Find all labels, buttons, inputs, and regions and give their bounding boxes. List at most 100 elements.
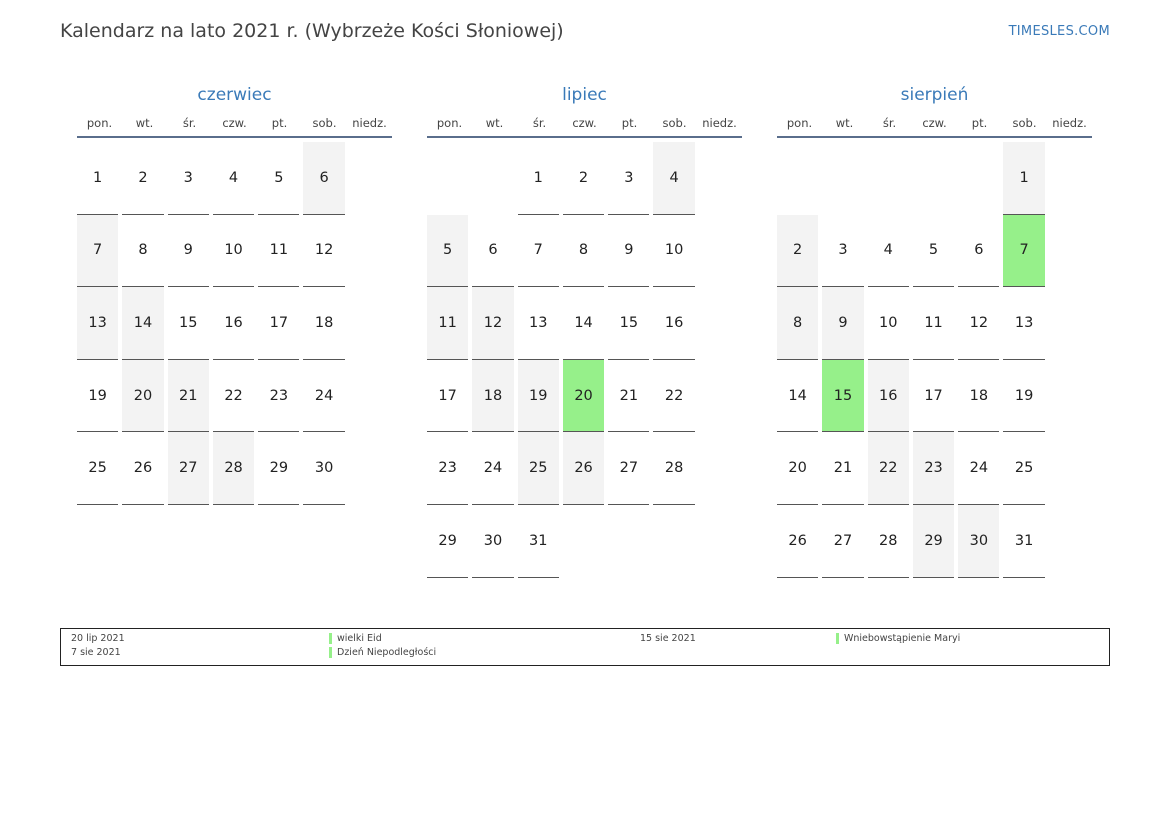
day-number: 16 <box>867 359 909 433</box>
day-number: 22 <box>212 360 255 433</box>
day-cell: 13 <box>77 287 122 360</box>
day-number: 18 <box>472 359 514 433</box>
day-cell: 14 <box>777 360 822 433</box>
day-number: 20 <box>562 359 605 433</box>
day-cell: 2 <box>777 214 822 288</box>
day-number: 12 <box>472 287 514 360</box>
day-cell: 18 <box>472 359 517 433</box>
day-number: 9 <box>608 215 650 288</box>
holiday-color-marker <box>329 647 332 658</box>
day-number: 31 <box>517 505 559 578</box>
day-number: 11 <box>912 287 955 360</box>
day-cell: 31 <box>1003 505 1048 578</box>
day-number: 14 <box>777 360 819 433</box>
empty-cell-inner <box>913 142 954 215</box>
day-number: 27 <box>167 432 209 505</box>
empty-cell-inner <box>777 142 818 215</box>
day-number: 29 <box>912 504 955 578</box>
day-cell: 3 <box>167 142 213 215</box>
day-number: 4 <box>867 215 909 288</box>
day-number: 23 <box>427 432 469 505</box>
day-cell: 17 <box>427 360 472 433</box>
day-cell: 19 <box>517 359 563 433</box>
day-number: 22 <box>653 360 695 433</box>
day-cell: 12 <box>472 287 517 360</box>
day-number: 8 <box>122 215 164 288</box>
day-cell: 22 <box>867 432 913 505</box>
day-cell: 28 <box>867 505 913 578</box>
day-cell: 16 <box>653 287 698 360</box>
day-cell: 7 <box>517 215 563 288</box>
empty-cell <box>822 142 867 215</box>
day-cell: 1 <box>517 142 563 215</box>
day-number: 10 <box>212 215 255 288</box>
day-number: 14 <box>122 287 164 360</box>
empty-cell <box>472 142 517 215</box>
day-number: 1 <box>517 142 559 215</box>
day-number: 10 <box>867 287 909 360</box>
day-cell: 20 <box>122 359 167 433</box>
day-cell: 12 <box>303 215 348 288</box>
day-number: 13 <box>77 287 119 360</box>
day-number: 23 <box>258 360 300 433</box>
day-cell: 10 <box>212 215 258 288</box>
day-cell: 11 <box>912 287 958 360</box>
holiday-legend: 20 lip 2021 wielki Eid 7 sie 2021 Dzień … <box>60 628 1110 666</box>
day-cell: 1 <box>77 142 122 215</box>
month-calendar: czerwiec pon. wt. śr. czw. pt. sob. niedz. 1 2 3 4 5… <box>77 84 392 578</box>
day-cell: 16 <box>867 359 913 433</box>
day-number: 12 <box>303 215 345 288</box>
day-cell: 27 <box>608 432 653 505</box>
weekday-header: pon. wt. śr. czw. pt. sob. niedz. <box>427 116 742 138</box>
day-number: 6 <box>958 215 1000 288</box>
day-cell: 26 <box>122 432 167 505</box>
day-number: 31 <box>1003 505 1045 578</box>
day-cell: 4 <box>653 142 698 215</box>
legend-holiday-name: Dzień Niepodległości <box>329 647 436 659</box>
day-number: 7 <box>1003 214 1045 288</box>
day-number: 9 <box>822 287 864 360</box>
empty-cell <box>563 505 608 578</box>
day-cell: 24 <box>472 432 517 505</box>
weekday-header: pon. wt. śr. czw. pt. sob. niedz. <box>77 116 392 138</box>
day-cell: 29 <box>427 505 472 578</box>
day-number: 13 <box>1003 287 1045 360</box>
day-number: 16 <box>653 287 695 360</box>
day-cell: 24 <box>958 432 1003 505</box>
day-number: 6 <box>472 215 514 288</box>
day-cell: 27 <box>167 432 213 505</box>
day-grid: 1 2 3 4 5 6 7 8 9 10 11 12 13 14 15 16 17 18 19 20 21 22 23 24 2… <box>77 142 392 578</box>
month-calendar: sierpień pon. wt. śr. czw. pt. sob. niedz. 1 2 3 4 5… <box>777 84 1092 650</box>
day-cell: 21 <box>822 432 867 505</box>
day-cell: 28 <box>653 432 698 505</box>
day-number: 18 <box>303 287 345 360</box>
day-number: 27 <box>608 432 650 505</box>
empty-cell-inner <box>258 505 299 578</box>
day-cell: 14 <box>562 287 608 360</box>
day-number: 5 <box>258 142 300 215</box>
day-number: 25 <box>517 432 559 505</box>
day-cell: 31 <box>517 505 563 578</box>
day-cell: 22 <box>653 360 698 433</box>
day-number: 19 <box>1003 360 1045 433</box>
site-link[interactable]: TIMESLES.COM <box>1009 24 1110 39</box>
day-number: 26 <box>122 432 164 505</box>
day-number: 26 <box>562 432 605 505</box>
day-number: 24 <box>472 432 514 505</box>
empty-cell <box>868 142 913 215</box>
empty-cell <box>427 142 472 215</box>
day-number: 1 <box>77 142 119 215</box>
day-number: 25 <box>1003 432 1045 505</box>
holiday-day-cell: 7 <box>1003 214 1048 288</box>
empty-cell <box>958 142 1003 215</box>
day-cell: 14 <box>122 287 167 360</box>
holiday-color-marker <box>329 633 332 644</box>
day-cell: 19 <box>1003 360 1048 433</box>
holiday-day-cell: 20 <box>562 359 608 433</box>
day-cell: 30 <box>303 432 348 505</box>
legend-date: 20 lip 2021 <box>71 633 125 644</box>
day-grid: 1 2 3 4 5 6 7 8 9 10 11 12 13 14 15 16 17 18 19 20 21 22 23 24 2… <box>777 142 1092 650</box>
day-cell: 25 <box>517 432 563 505</box>
day-number: 4 <box>653 142 695 215</box>
day-number: 23 <box>912 432 955 505</box>
